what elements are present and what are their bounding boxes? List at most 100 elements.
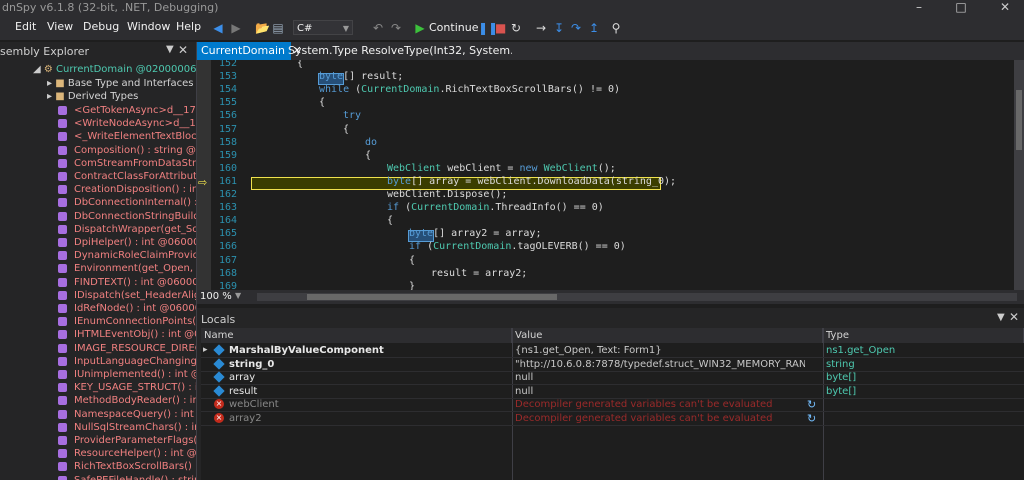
chevron-down-icon[interactable]: ▼ (235, 291, 241, 300)
locals-row[interactable]: result null byte[] (201, 384, 1024, 399)
tab-resolve-type[interactable]: System.Type ResolveType(Int32, System.T.… (284, 42, 512, 60)
back-icon[interactable]: ◀ (212, 20, 224, 36)
code-line[interactable]: { (365, 150, 371, 161)
pin-icon[interactable]: ▼ (166, 44, 174, 55)
tree-member[interactable]: SafePEFileHandle() : string (58, 474, 196, 480)
restart-icon[interactable]: ↻ (510, 20, 522, 36)
code-line[interactable]: byte[] result; (319, 71, 403, 82)
code-line[interactable]: try (343, 110, 361, 121)
local-value[interactable]: "http://10.6.0.8:7878/typedef.struct_WIN… (515, 358, 805, 371)
code-editor[interactable]: ⇨ 152 {153 byte[] result; 154 while (CurrentD… (197, 60, 1024, 290)
locals-row[interactable]: ▸ MarshalByValueComponent {ns1.get_Open, T… (201, 344, 1024, 358)
tree-member[interactable]: IdRefNode() : int @06000 (58, 302, 196, 315)
tree-member[interactable]: MethodBodyReader() : in (58, 394, 196, 407)
code-line[interactable]: { (387, 215, 393, 226)
tree-member[interactable]: ContractClassForAttribute (58, 170, 196, 183)
close-icon[interactable]: ✕ (178, 43, 188, 57)
step-out-icon[interactable]: ↥ (588, 20, 600, 36)
stop-icon[interactable]: ■ (495, 20, 506, 36)
zoom-level[interactable]: 100 % (200, 291, 232, 302)
column-header-type[interactable]: Type (823, 328, 1024, 343)
local-value[interactable]: null (515, 371, 805, 384)
step-into-icon[interactable]: ↧ (553, 20, 565, 36)
tree-member[interactable]: DbConnectionStringBuild (58, 210, 196, 223)
close-icon[interactable]: ✕ (1009, 310, 1019, 324)
tree-member[interactable]: ProviderParameterFlags(c (58, 434, 196, 447)
close-window-button[interactable]: ✕ (990, 0, 1020, 16)
tree-member[interactable]: CreationDisposition() : int (58, 183, 196, 196)
tree-member[interactable]: IUnimplemented() : int @ (58, 368, 196, 381)
show-next-statement-icon[interactable]: → (535, 20, 547, 36)
code-line[interactable]: byte[] array2 = array; (409, 228, 541, 239)
tree-folder-derived-types[interactable]: ▸ ■ Derived Types (47, 90, 138, 103)
tree-member[interactable]: DispatchWrapper(get_Sol (58, 223, 196, 236)
locals-row[interactable]: string_0 "http://10.6.0.8:7878/typedef.st… (201, 357, 1024, 372)
menu-window[interactable]: Window (127, 20, 170, 33)
code-line[interactable]: { (409, 255, 415, 266)
play-icon[interactable]: ▶ (414, 20, 426, 36)
tree-member[interactable]: DpiHelper() : int @060000 (58, 236, 196, 249)
tree-root-current-domain[interactable]: ◢ ⚙ CurrentDomain @02000006 (33, 63, 196, 76)
code-line[interactable]: webClient.Dispose(); (387, 189, 507, 200)
local-value[interactable]: Decompiler generated variables can't be … (515, 412, 805, 425)
continue-button[interactable]: Continue (429, 20, 478, 36)
tree-member[interactable]: Composition() : string @C (58, 144, 196, 157)
expand-arrow-icon[interactable]: ▸ (203, 344, 208, 357)
code-line[interactable]: { (343, 124, 349, 135)
locals-row[interactable]: array null byte[] (201, 371, 1024, 385)
editor-horizontal-scrollbar[interactable] (257, 293, 1017, 301)
menu-help[interactable]: Help (176, 20, 201, 33)
tree-member[interactable]: IEnumConnectionPoints( (58, 315, 196, 328)
editor-vertical-scrollbar[interactable] (1014, 60, 1024, 290)
refresh-icon[interactable]: ↻ (807, 412, 816, 425)
code-line[interactable]: do (365, 137, 377, 148)
language-select[interactable]: C# ▼ (293, 20, 353, 35)
undo-icon[interactable]: ↶ (372, 20, 384, 36)
tree-member[interactable]: NullSqlStreamChars() : int (58, 421, 196, 434)
tree-member[interactable]: DbConnectionInternal() : (58, 196, 196, 209)
refresh-icon[interactable]: ↻ (807, 398, 816, 411)
menu-edit[interactable]: Edit (15, 20, 36, 33)
search-icon[interactable]: ⚲ (610, 20, 622, 36)
tree-member[interactable]: ComStreamFromDataStre (58, 157, 196, 170)
code-line[interactable]: } (409, 281, 415, 290)
tree-member[interactable]: Environment(get_Open, s (58, 262, 196, 275)
tree-member[interactable]: DynamicRoleClaimProvid (58, 249, 196, 262)
redo-icon[interactable]: ↷ (390, 20, 402, 36)
tree-member[interactable]: InputLanguageChanging( (58, 355, 196, 368)
tree-member[interactable]: IDispatch(set_HeaderAlig (58, 289, 196, 302)
open-folder-icon[interactable]: 📂 (255, 20, 270, 36)
minimize-button[interactable]: – (904, 0, 934, 16)
pin-icon[interactable]: ▼ (997, 312, 1005, 323)
tree-member[interactable]: IMAGE_RESOURCE_DIREC (58, 342, 196, 355)
local-value[interactable]: Decompiler generated variables can't be … (515, 398, 805, 411)
locals-row[interactable]: × array2 Decompiler generated variables ca… (201, 412, 1024, 426)
scroll-thumb[interactable] (1016, 90, 1022, 150)
tree-member[interactable]: <_WriteElementTextBlock (58, 130, 196, 143)
save-icon[interactable]: ▤ (272, 20, 284, 36)
column-header-value[interactable]: Value (512, 328, 823, 343)
local-value[interactable]: null (515, 385, 805, 398)
tree-folder-base-types[interactable]: ▸ ■ Base Type and Interfaces (47, 77, 194, 90)
pause-icon[interactable]: ❚❚ (478, 20, 498, 36)
locals-row[interactable]: × webClient Decompiler generated variables… (201, 398, 1024, 412)
code-line[interactable]: if (CurrentDomain.tagOLEVERB() == 0) (409, 241, 626, 252)
code-line[interactable]: WebClient webClient = new WebClient(); (387, 163, 616, 174)
code-line[interactable]: { (297, 60, 303, 69)
step-over-icon[interactable]: ↷ (570, 20, 582, 36)
tree-member[interactable]: <WriteNodeAsync>d__10 (58, 117, 196, 130)
menu-debug[interactable]: Debug (83, 20, 119, 33)
tree-member[interactable]: <GetTokenAsync>d__174 (58, 104, 196, 117)
forward-icon[interactable]: ▶ (230, 20, 242, 36)
tree-member[interactable]: IHTMLEventObj() : int @0 (58, 328, 196, 341)
code-line[interactable]: result = array2; (431, 268, 527, 279)
tab-current-domain[interactable]: CurrentDomain ✕ (197, 42, 302, 60)
scroll-thumb[interactable] (307, 294, 557, 300)
code-line[interactable]: if (CurrentDomain.ThreadInfo() == 0) (387, 202, 604, 213)
tree-member[interactable]: NamespaceQuery() : int @ (58, 408, 196, 421)
tree-member[interactable]: KEY_USAGE_STRUCT() : in (58, 381, 196, 394)
menu-view[interactable]: View (47, 20, 73, 33)
tree-member[interactable]: FINDTEXT() : int @060000 (58, 276, 196, 289)
code-line[interactable]: byte[] array = webClient.DownloadData(st… (387, 176, 676, 187)
code-line[interactable]: { (319, 97, 325, 108)
